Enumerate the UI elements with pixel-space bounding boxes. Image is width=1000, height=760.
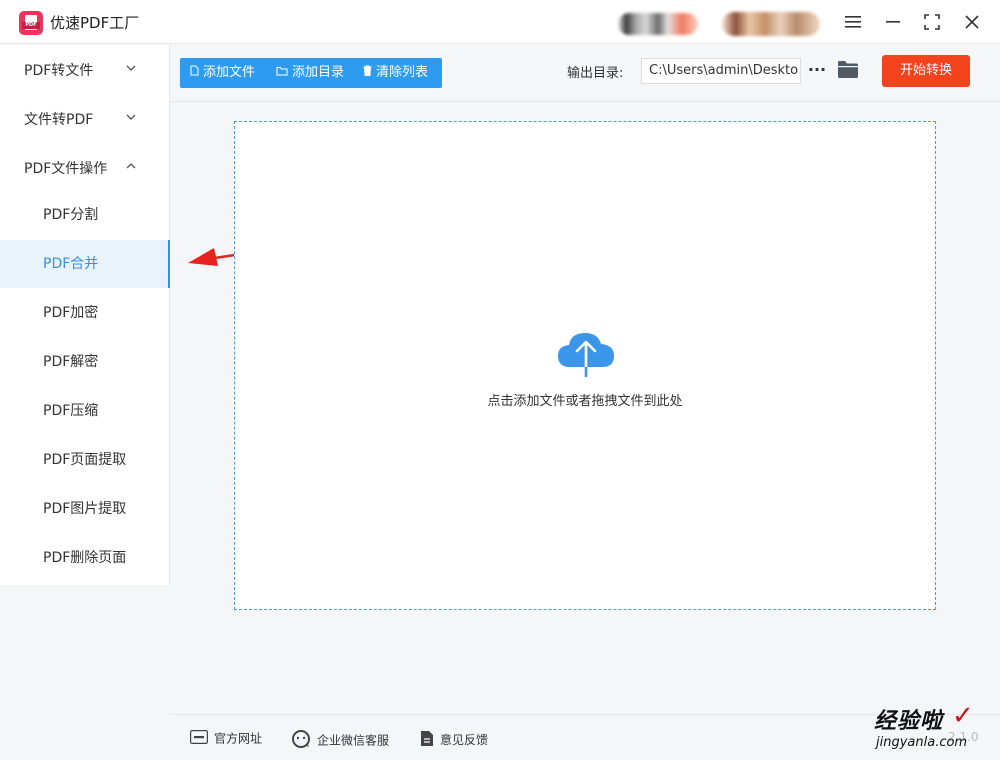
sidebar-item-pdf-split[interactable]: PDF分割 [0, 191, 170, 239]
output-dir-input[interactable]: C:\Users\admin\Deskto [641, 58, 801, 84]
wechat-service-label: 企业微信客服 [317, 733, 390, 748]
watermark-url: jingyanla.com [876, 735, 968, 750]
sidebar-item-pdf-merge[interactable]: PDF合并 [0, 240, 170, 288]
sidebar-item-pdf-decrypt[interactable]: PDF解密 [0, 338, 170, 386]
output-dir-label: 输出目录: [567, 66, 624, 81]
title-bar: PDF 优速PDF工厂 [0, 0, 1000, 44]
sidebar-group-label: PDF文件操作 [24, 161, 108, 177]
sidebar-group-pdf-to-file[interactable]: PDF转文件 [24, 60, 136, 80]
minimize-icon[interactable] [881, 10, 905, 34]
chevron-down-icon [126, 60, 140, 78]
open-folder-icon[interactable] [838, 61, 858, 79]
add-file-label: 添加文件 [203, 65, 256, 80]
wechat-service-link[interactable]: 企业微信客服 [291, 730, 390, 748]
start-convert-button[interactable]: 开始转换 [882, 55, 970, 87]
clear-list-button[interactable]: 清除列表 [363, 58, 428, 88]
official-website-link[interactable]: 官方网址 [190, 730, 262, 746]
sidebar-group-label: 文件转PDF [24, 112, 94, 128]
watermark-title: 经验啦 [874, 708, 944, 734]
file-button-group: 添加文件 添加目录 清除列表 [180, 58, 442, 88]
feedback-label: 意见反馈 [440, 733, 489, 747]
sidebar-group-file-to-pdf[interactable]: 文件转PDF [24, 109, 136, 129]
file-icon [190, 58, 199, 88]
sidebar-item-pdf-delete-page[interactable]: PDF删除页面 [0, 534, 170, 582]
sidebar-item-pdf-image-extract[interactable]: PDF图片提取 [0, 485, 170, 533]
drop-hint-text: 点击添加文件或者拖拽文件到此处 [487, 394, 683, 409]
chat-icon [291, 730, 311, 752]
trash-icon [363, 58, 372, 88]
toolbar: 添加文件 添加目录 清除列表 输出目录: C:\Users\admin\Desk… [170, 45, 1000, 102]
maximize-icon[interactable] [920, 10, 944, 34]
sidebar-item-pdf-encrypt[interactable]: PDF加密 [0, 289, 170, 337]
chevron-up-icon [126, 158, 140, 176]
sidebar-item-pdf-page-extract[interactable]: PDF页面提取 [0, 436, 170, 484]
sidebar-group-label: PDF转文件 [24, 63, 94, 79]
blurred-user-name[interactable] [722, 12, 820, 36]
file-drop-zone[interactable]: 点击添加文件或者拖拽文件到此处 [234, 121, 936, 610]
blurred-user-avatar[interactable] [618, 13, 698, 35]
folder-outline-icon [276, 58, 288, 88]
sidebar-item-pdf-compress[interactable]: PDF压缩 [0, 387, 170, 435]
website-icon [190, 730, 208, 748]
sidebar-group-pdf-operations[interactable]: PDF文件操作 [24, 158, 136, 178]
cloud-upload-icon [556, 329, 616, 379]
clear-list-label: 清除列表 [376, 65, 429, 80]
app-logo-icon: PDF [19, 11, 43, 35]
official-website-label: 官方网址 [214, 731, 263, 746]
feedback-icon [420, 730, 434, 751]
add-file-button[interactable]: 添加文件 [190, 58, 255, 88]
checkmark-icon: ✓ [952, 701, 974, 731]
add-folder-button[interactable]: 添加目录 [276, 58, 344, 88]
close-icon[interactable] [960, 10, 984, 34]
chevron-down-icon [126, 109, 140, 127]
menu-icon[interactable] [841, 10, 865, 34]
feedback-link[interactable]: 意见反馈 [420, 730, 489, 747]
add-folder-label: 添加目录 [292, 65, 345, 80]
app-title: 优速PDF工厂 [50, 14, 140, 32]
more-options-button[interactable]: ··· [807, 58, 827, 84]
watermark-logo: 经验啦 ✓ jingyanla.com [872, 701, 990, 755]
sidebar: PDF转文件 文件转PDF PDF文件操作 PDF分割 PDF合并 PDF加密 … [0, 45, 170, 585]
